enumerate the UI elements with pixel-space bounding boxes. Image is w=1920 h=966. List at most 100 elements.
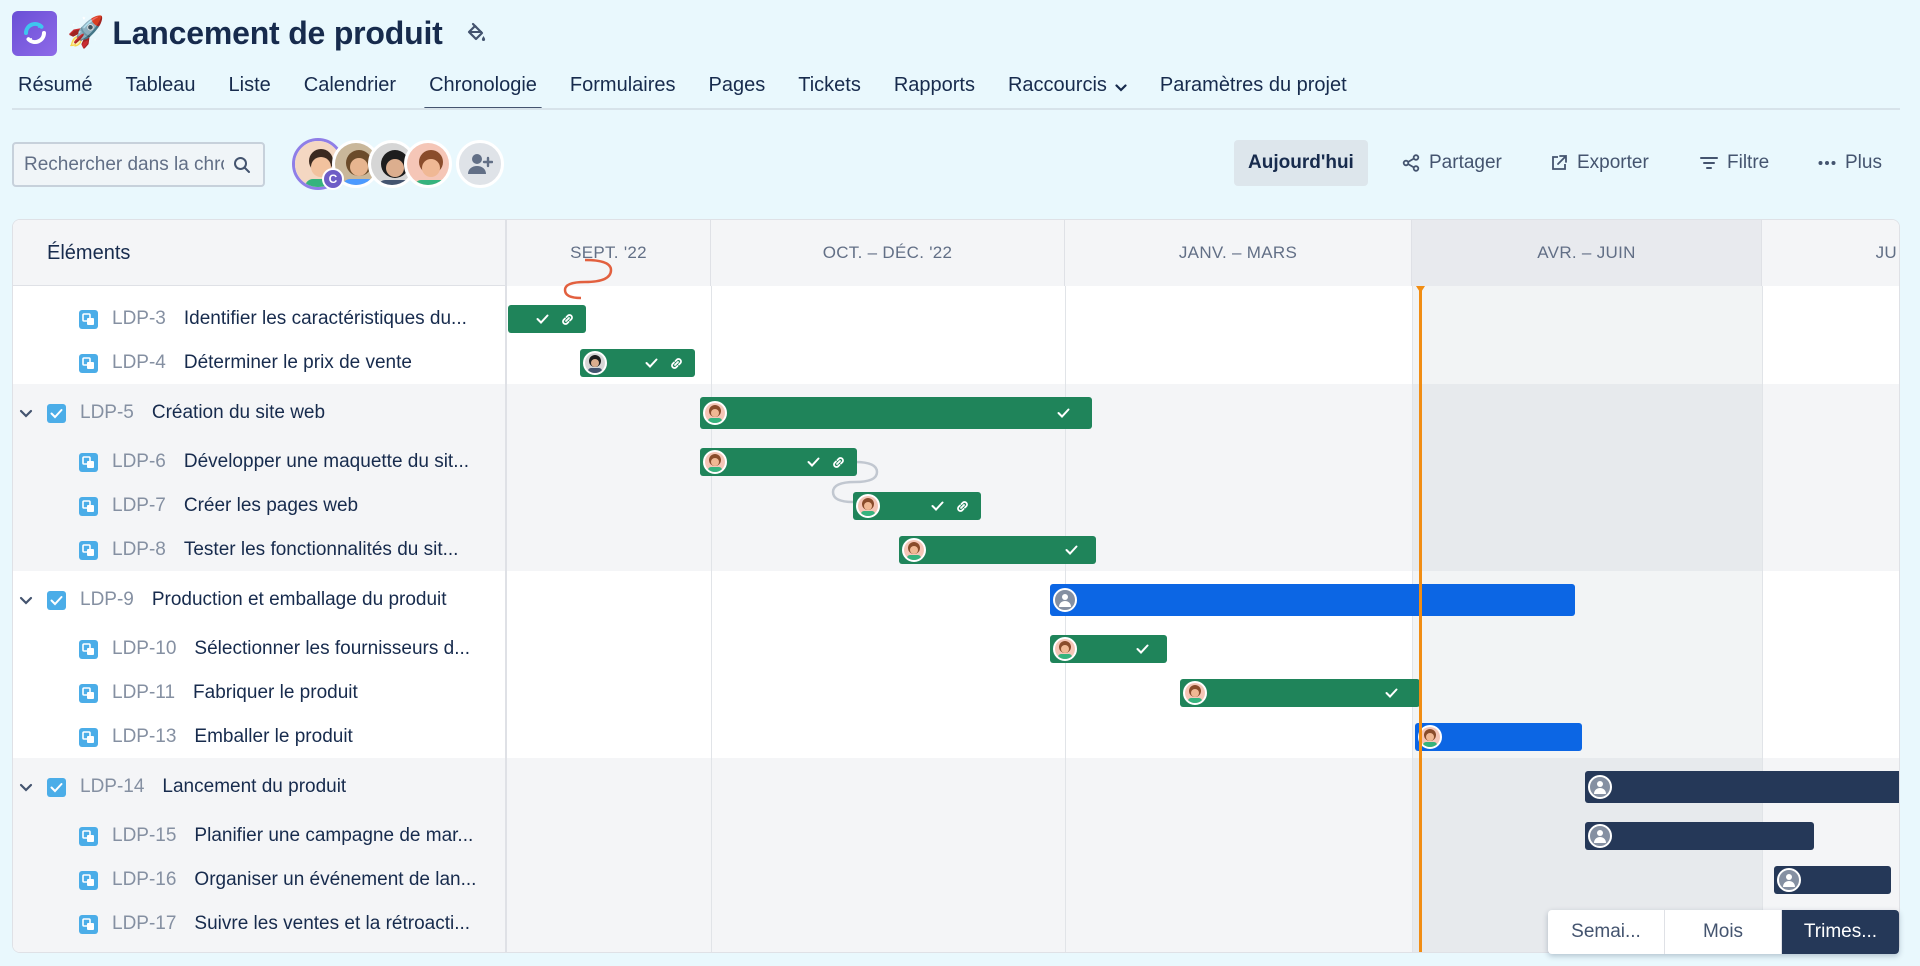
tab-pages[interactable]: Pages xyxy=(709,72,766,110)
items-header-label: Éléments xyxy=(47,242,131,264)
bar-icons xyxy=(1057,408,1070,418)
zoom-months-button[interactable]: Mois xyxy=(1665,910,1782,954)
avatar[interactable] xyxy=(404,140,452,188)
timeline-bar[interactable] xyxy=(1050,635,1167,663)
issue-summary[interactable]: Organiser un événement de lan... xyxy=(194,869,476,891)
issue-summary[interactable]: Lancement du produit xyxy=(162,776,346,798)
tab-chronologie[interactable]: Chronologie xyxy=(424,72,542,110)
filter-button[interactable]: Filtre xyxy=(1686,140,1783,186)
paint-bucket-icon[interactable] xyxy=(465,22,487,44)
zoom-weeks-button[interactable]: Semai... xyxy=(1548,910,1665,954)
avatar xyxy=(902,538,926,562)
issue-summary[interactable]: Emballer le produit xyxy=(194,726,352,748)
bar-icons xyxy=(1385,688,1398,698)
issue-summary[interactable]: Sélectionner les fournisseurs d... xyxy=(194,638,470,660)
search-input[interactable] xyxy=(24,153,224,176)
more-button[interactable]: Plus xyxy=(1804,140,1896,186)
today-marker-tip xyxy=(1416,286,1425,293)
list-item[interactable]: LDP-15 Planifier une campagne de mar... xyxy=(13,816,507,856)
chevron-down-icon[interactable] xyxy=(19,409,37,418)
list-item[interactable]: LDP-3 Identifier les caractéristiques du… xyxy=(13,299,507,339)
issue-key[interactable]: LDP-4 xyxy=(112,352,166,374)
issue-key[interactable]: LDP-16 xyxy=(112,869,176,891)
issue-key[interactable]: LDP-15 xyxy=(112,825,176,847)
avatar-badge: C xyxy=(322,168,344,190)
check-icon xyxy=(536,314,549,324)
issue-key[interactable]: LDP-14 xyxy=(80,776,144,798)
timeline-bar[interactable] xyxy=(1774,866,1891,894)
list-item[interactable]: LDP-16 Organiser un événement de lan... xyxy=(13,860,507,900)
list-item[interactable]: LDP-13 Emballer le produit xyxy=(13,717,507,757)
tab-raccourcis[interactable]: Raccourcis xyxy=(1008,72,1127,110)
tab-tickets[interactable]: Tickets xyxy=(798,72,861,110)
timeline-bar[interactable] xyxy=(508,305,586,333)
issue-key[interactable]: LDP-6 xyxy=(112,451,166,473)
list-item[interactable]: LDP-7 Créer les pages web xyxy=(13,486,507,526)
items-header: Éléments xyxy=(13,220,505,286)
issue-key[interactable]: LDP-11 xyxy=(112,682,175,704)
timeline-bar[interactable] xyxy=(1585,822,1814,850)
avatar xyxy=(1053,637,1077,661)
tab-resume[interactable]: Résumé xyxy=(18,72,92,110)
subtask-icon xyxy=(79,683,98,703)
timeline-bar[interactable] xyxy=(1415,723,1582,751)
timeline-bar-epic[interactable] xyxy=(1050,584,1575,616)
tab-calendrier[interactable]: Calendrier xyxy=(304,72,396,110)
issue-key[interactable]: LDP-9 xyxy=(80,589,134,611)
check-icon xyxy=(931,501,944,511)
issue-key[interactable]: LDP-13 xyxy=(112,726,176,748)
issue-key[interactable]: LDP-8 xyxy=(112,539,166,561)
export-button[interactable]: Exporter xyxy=(1536,140,1663,186)
list-item[interactable]: LDP-4 Déterminer le prix de vente xyxy=(13,343,507,383)
list-item[interactable]: LDP-10 Sélectionner les fournisseurs d..… xyxy=(13,629,507,669)
subtask-icon xyxy=(79,353,98,373)
issue-summary[interactable]: Créer les pages web xyxy=(184,495,358,517)
timeline-bar[interactable] xyxy=(899,536,1096,564)
issue-key[interactable]: LDP-17 xyxy=(112,913,176,935)
issue-summary[interactable]: Planifier une campagne de mar... xyxy=(194,825,473,847)
list-item-epic[interactable]: LDP-5 Création du site web xyxy=(13,393,507,433)
list-item[interactable]: LDP-6 Développer une maquette du sit... xyxy=(13,442,507,482)
tab-parametres[interactable]: Paramètres du projet xyxy=(1160,72,1347,110)
tab-rapports[interactable]: Rapports xyxy=(894,72,975,110)
link-icon xyxy=(562,313,573,325)
chevron-down-icon[interactable] xyxy=(19,596,37,605)
issue-summary[interactable]: Création du site web xyxy=(152,402,325,424)
search-icon[interactable] xyxy=(233,156,251,174)
issue-summary[interactable]: Production et emballage du produit xyxy=(152,589,447,611)
project-logo[interactable] xyxy=(12,10,57,56)
share-button[interactable]: Partager xyxy=(1388,140,1516,186)
timeline-bar[interactable] xyxy=(853,492,981,520)
zoom-quarters-button[interactable]: Trimes... xyxy=(1782,910,1899,954)
issue-key[interactable]: LDP-7 xyxy=(112,495,166,517)
tab-liste[interactable]: Liste xyxy=(229,72,271,110)
today-button[interactable]: Aujourd'hui xyxy=(1234,140,1368,186)
issue-summary[interactable]: Tester les fonctionnalités du sit... xyxy=(184,539,459,561)
issue-summary[interactable]: Fabriquer le produit xyxy=(193,682,358,704)
timeline-bar-epic[interactable] xyxy=(700,397,1092,429)
list-item-epic[interactable]: LDP-14 Lancement du produit xyxy=(13,767,507,807)
list-item[interactable]: LDP-8 Tester les fonctionnalités du sit.… xyxy=(13,530,507,570)
issue-summary[interactable]: Identifier les caractéristiques du... xyxy=(184,308,467,330)
issue-key[interactable]: LDP-10 xyxy=(112,638,176,660)
issue-summary[interactable]: Déterminer le prix de vente xyxy=(184,352,412,374)
timeline-bar[interactable] xyxy=(1180,679,1420,707)
issue-key[interactable]: LDP-5 xyxy=(80,402,134,424)
list-item[interactable]: LDP-11 Fabriquer le produit xyxy=(13,673,507,713)
list-item-epic[interactable]: LDP-9 Production et emballage du produit xyxy=(13,580,507,620)
list-item[interactable]: LDP-17 Suivre les ventes et la rétroacti… xyxy=(13,904,507,944)
timeline-bar-epic[interactable] xyxy=(1585,771,1899,803)
timeline-bar[interactable] xyxy=(580,349,695,377)
timeline-bar[interactable] xyxy=(700,448,857,476)
more-icon xyxy=(1818,161,1836,165)
issue-summary[interactable]: Développer une maquette du sit... xyxy=(184,451,469,473)
add-user-button[interactable] xyxy=(456,140,504,188)
search-box xyxy=(12,142,265,187)
tab-tableau[interactable]: Tableau xyxy=(125,72,195,110)
check-icon xyxy=(1065,545,1078,555)
issue-key[interactable]: LDP-3 xyxy=(112,308,166,330)
chevron-down-icon[interactable] xyxy=(19,783,37,792)
unassigned-avatar-icon xyxy=(1053,588,1077,612)
tab-formulaires[interactable]: Formulaires xyxy=(570,72,676,110)
issue-summary[interactable]: Suivre les ventes et la rétroacti... xyxy=(194,913,470,935)
